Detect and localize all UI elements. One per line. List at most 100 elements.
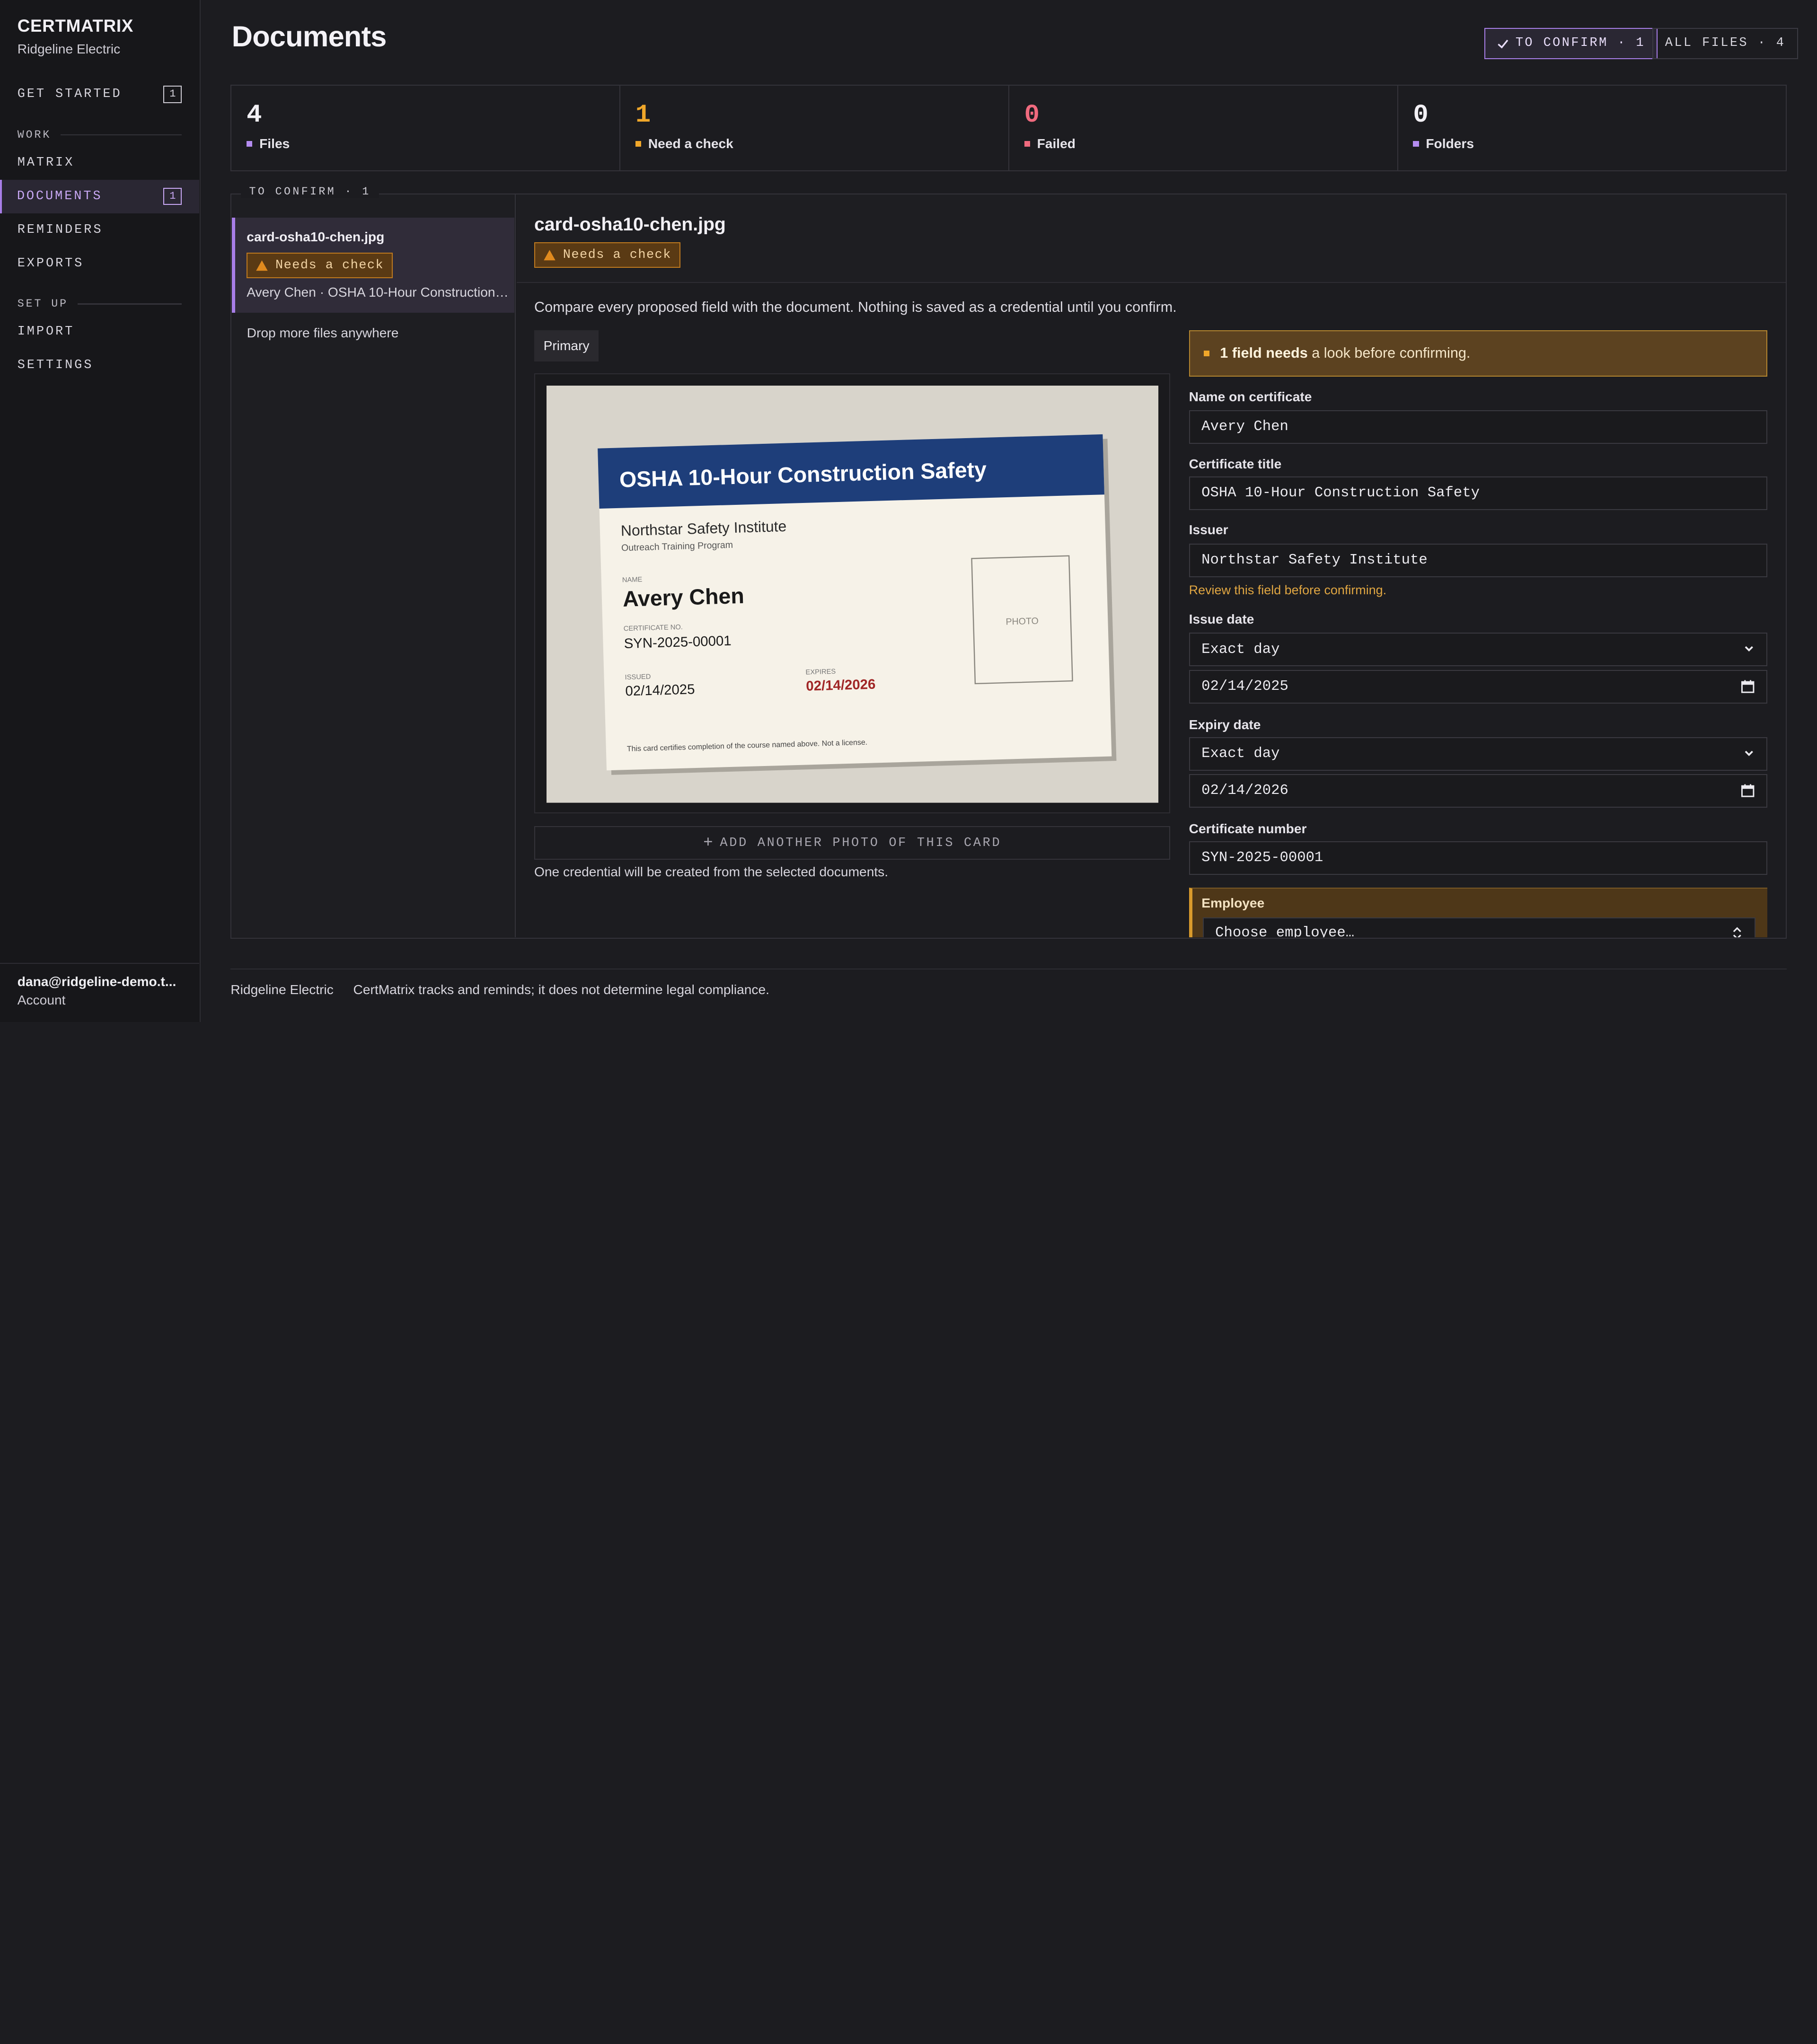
stats-bar: 4 Files 1 Need a check 0 Failed 0 Folder… bbox=[230, 84, 1787, 172]
filter-label: ALL FILES · 4 bbox=[1665, 36, 1786, 51]
card-name-label: NAME bbox=[622, 576, 643, 584]
status-badge: Needs a check bbox=[534, 242, 681, 268]
nav-matrix[interactable]: MATRIX bbox=[0, 146, 199, 180]
nav-reminders[interactable]: REMINDERS bbox=[0, 213, 199, 247]
footer: Ridgeline Electric CertMatrix tracks and… bbox=[230, 969, 1787, 997]
stat-value: 0 bbox=[1413, 100, 1429, 130]
credential-note: One credential will be created from the … bbox=[534, 864, 889, 879]
field-label: Employee bbox=[1201, 895, 1265, 910]
nav-settings[interactable]: SETTINGS bbox=[0, 349, 199, 382]
certificate-title-field[interactable]: OSHA 10-Hour Construction Safety bbox=[1189, 476, 1767, 510]
instructions: Compare every proposed field with the do… bbox=[534, 299, 1177, 315]
section-setup: SET UP bbox=[18, 298, 182, 310]
detail-filename: card-osha10-chen.jpg bbox=[534, 214, 726, 235]
footer-disclaimer: CertMatrix tracks and reminds; it does n… bbox=[353, 982, 769, 997]
stat-files: 4 Files bbox=[231, 85, 621, 171]
card-expires-label: EXPIRES bbox=[806, 668, 836, 677]
footer-org: Ridgeline Electric bbox=[230, 982, 334, 997]
queue-legend: TO CONFIRM · 1 bbox=[241, 185, 379, 198]
nav-label: GET STARTED bbox=[17, 87, 122, 102]
square-icon bbox=[1024, 141, 1030, 147]
document-viewer[interactable]: OSHA 10-Hour Construction Safety Northst… bbox=[534, 373, 1171, 814]
count-badge: 1 bbox=[163, 86, 182, 103]
filter-all-files[interactable]: ALL FILES · 4 bbox=[1652, 27, 1798, 59]
section-label: WORK bbox=[17, 128, 52, 141]
divider bbox=[60, 134, 182, 136]
section-work: WORK bbox=[18, 129, 182, 141]
account-label: Account bbox=[17, 993, 66, 1008]
name-field[interactable]: Avery Chen bbox=[1189, 410, 1767, 444]
nav-exports[interactable]: EXPORTS bbox=[0, 247, 199, 281]
filter-to-confirm[interactable]: TO CONFIRM · 1 bbox=[1484, 27, 1658, 59]
queue-item-filename: card-osha10-chen.jpg bbox=[247, 229, 385, 244]
stat-label: Failed bbox=[1037, 136, 1076, 151]
check-icon bbox=[1497, 39, 1508, 49]
document-image: OSHA 10-Hour Construction Safety Northst… bbox=[547, 386, 1159, 803]
issue-date-input[interactable]: 02/14/2025 bbox=[1189, 670, 1767, 704]
stat-label: Folders bbox=[1426, 136, 1474, 151]
nav-label: MATRIX bbox=[17, 155, 75, 170]
account-menu[interactable]: dana@ridgeline-demo.t... Account bbox=[0, 963, 200, 1008]
card-issued-label: ISSUED bbox=[625, 673, 651, 682]
warning-icon bbox=[544, 249, 556, 260]
detail-header: card-osha10-chen.jpg Needs a check bbox=[517, 194, 1786, 283]
queue-item-summary: Avery Chen · OSHA 10-Hour Construction S… bbox=[247, 285, 511, 300]
stat-folders: 0 Folders bbox=[1398, 86, 1786, 171]
stat-label: Need a check bbox=[648, 136, 733, 151]
alert-text: 1 field needs a look before confirming. bbox=[1220, 345, 1470, 361]
field-label: Issue date bbox=[1189, 612, 1254, 627]
nav-import[interactable]: IMPORT bbox=[0, 315, 199, 349]
nav-label: REMINDERS bbox=[17, 222, 103, 237]
issuer-field[interactable]: Northstar Safety Institute bbox=[1189, 543, 1767, 577]
card-issued: 02/14/2025 bbox=[625, 681, 695, 699]
certificate-number-field[interactable]: SYN-2025-00001 bbox=[1189, 841, 1767, 875]
field-label: Name on certificate bbox=[1189, 389, 1312, 404]
date-value: 02/14/2026 bbox=[1201, 783, 1288, 799]
stat-value: 1 bbox=[635, 100, 651, 130]
add-photo-button[interactable]: + ADD ANOTHER PHOTO OF THIS CARD bbox=[534, 826, 1171, 860]
square-icon bbox=[1413, 141, 1419, 147]
alert-strong: 1 field needs bbox=[1220, 345, 1308, 361]
queue-item[interactable]: card-osha10-chen.jpg Needs a check Avery… bbox=[231, 218, 515, 313]
issue-date-mode-select[interactable]: Exact day bbox=[1189, 633, 1767, 667]
square-icon bbox=[247, 141, 253, 147]
issuer-hint: Review this field before confirming. bbox=[1189, 582, 1387, 597]
expiry-date-mode-select[interactable]: Exact day bbox=[1189, 737, 1767, 771]
employee-select[interactable]: Choose employee… bbox=[1202, 917, 1755, 938]
chevron-down-icon bbox=[1745, 646, 1753, 652]
calendar-icon[interactable] bbox=[1741, 783, 1755, 798]
file-queue: card-osha10-chen.jpg Needs a check Avery… bbox=[231, 194, 516, 938]
add-photo-label: ADD ANOTHER PHOTO OF THIS CARD bbox=[720, 836, 1002, 850]
brand-logo: CERTMATRIX bbox=[17, 16, 134, 36]
stat-need-check: 1 Need a check bbox=[620, 85, 1009, 171]
card-name: Avery Chen bbox=[623, 583, 745, 611]
review-alert: 1 field needs a look before confirming. bbox=[1189, 330, 1767, 377]
calendar-icon[interactable] bbox=[1741, 679, 1755, 694]
divider bbox=[77, 303, 182, 305]
nav-documents[interactable]: DOCUMENTS 1 bbox=[0, 179, 200, 213]
filter-label: TO CONFIRM · 1 bbox=[1515, 36, 1645, 51]
tab-primary[interactable]: Primary bbox=[534, 330, 599, 362]
nav-label: DOCUMENTS bbox=[17, 189, 103, 203]
select-value: Exact day bbox=[1201, 641, 1280, 658]
date-value: 02/14/2025 bbox=[1201, 678, 1288, 695]
app-root: CERTMATRIX Ridgeline Electric GET STARTE… bbox=[0, 0, 1817, 1022]
expiry-date-input[interactable]: 02/14/2026 bbox=[1189, 774, 1767, 808]
select-placeholder: Choose employee… bbox=[1215, 925, 1355, 938]
section-label: SET UP bbox=[17, 298, 68, 310]
chevron-updown-icon bbox=[1733, 927, 1741, 938]
badge-label: Needs a check bbox=[275, 258, 384, 273]
count-badge: 1 bbox=[163, 187, 182, 205]
stat-label: Files bbox=[259, 136, 290, 151]
field-label: Certificate number bbox=[1189, 821, 1307, 837]
nav-get-started[interactable]: GET STARTED 1 bbox=[0, 78, 199, 111]
stat-value: 0 bbox=[1024, 100, 1040, 130]
square-icon bbox=[635, 141, 642, 147]
select-value: Exact day bbox=[1201, 746, 1280, 762]
nav-label: EXPORTS bbox=[17, 256, 84, 271]
field-label: Expiry date bbox=[1189, 717, 1261, 732]
badge-label: Needs a check bbox=[563, 247, 671, 262]
drop-hint: Drop more files anywhere bbox=[247, 326, 399, 341]
nav-label: SETTINGS bbox=[17, 358, 94, 373]
alert-rest: a look before confirming. bbox=[1307, 345, 1471, 361]
